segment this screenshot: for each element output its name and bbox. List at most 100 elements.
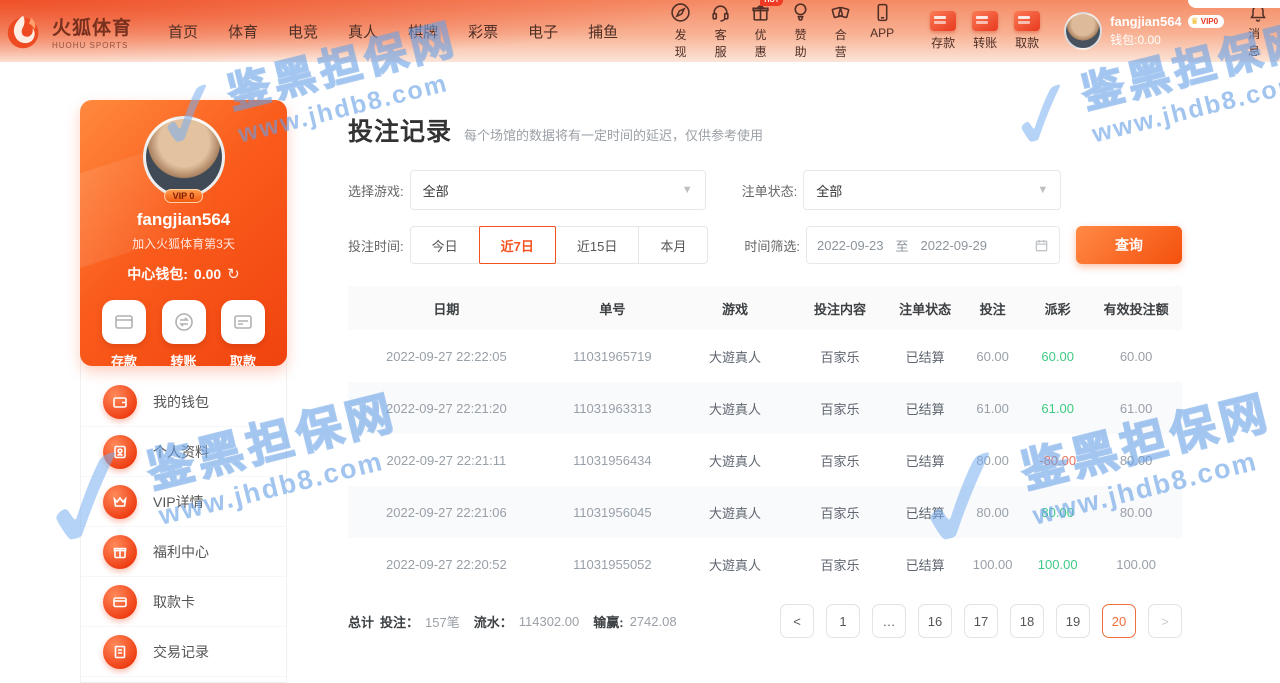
page-subtitle: 每个场馆的数据将有一定时间的延迟，仅供参考使用: [464, 125, 763, 144]
deposit-icon: [930, 11, 956, 31]
withdraw-button[interactable]: 取款: [221, 300, 265, 366]
service-link[interactable]: 客服: [710, 2, 731, 60]
sidebar-menu: 我的钱包 个人资料 VIP详情 福利中心 取款卡 交易记录: [81, 365, 286, 677]
page-button-1[interactable]: 1: [826, 604, 860, 638]
deposit-button[interactable]: 存款: [102, 300, 146, 366]
crown-icon: ♛: [1191, 16, 1199, 27]
gift-icon: [112, 544, 128, 560]
nav-fishing[interactable]: 捕鱼: [588, 21, 618, 42]
refresh-icon[interactable]: ↻: [227, 265, 240, 283]
tab-last-7-days[interactable]: 近7日: [479, 226, 556, 264]
user-account[interactable]: fangjian564 ♛VIP0 钱包:0.00: [1064, 12, 1224, 50]
wallet-card-icon: [113, 311, 135, 333]
transfer-button[interactable]: 转账: [162, 300, 206, 366]
brand-text: 火狐体育 HUOHU SPORTS: [52, 13, 132, 50]
deposit-shortcut[interactable]: 存款: [930, 11, 956, 51]
prev-page-button[interactable]: <: [780, 604, 814, 638]
partner-link[interactable]: 合营: [830, 2, 851, 60]
bet-time-label: 投注时间:: [348, 236, 404, 255]
service-label: 客服: [710, 26, 731, 60]
page-button-18[interactable]: 18: [1010, 604, 1044, 638]
page-ellipsis[interactable]: …: [872, 604, 906, 638]
withdraw-icon: [1014, 11, 1040, 31]
partner-label: 合营: [830, 26, 851, 60]
sidebar-item-my-wallet[interactable]: 我的钱包: [81, 377, 286, 427]
sponsor-link[interactable]: 赞助: [790, 2, 811, 60]
total-turnover: 114302.00: [519, 614, 580, 629]
member-username: fangjian564: [80, 210, 287, 230]
page-button-19[interactable]: 19: [1056, 604, 1090, 638]
nav-home[interactable]: 首页: [168, 21, 198, 42]
status-select-value: 全部: [816, 181, 842, 200]
tab-this-month[interactable]: 本月: [638, 226, 708, 264]
app-link[interactable]: APP: [870, 2, 894, 60]
messages-button[interactable]: 36 消息: [1248, 3, 1268, 59]
avatar: [1064, 12, 1102, 50]
nav-esports[interactable]: 电竞: [288, 21, 318, 42]
phone-icon: [872, 2, 893, 23]
game-select-value: 全部: [423, 181, 449, 200]
page-button-17[interactable]: 17: [964, 604, 998, 638]
member-join-text: 加入火狐体育第3天: [80, 235, 287, 252]
table-header-row: 日期 单号 游戏 投注内容 注单状态 投注 派彩 有效投注额: [348, 286, 1182, 330]
sponsor-label: 赞助: [790, 26, 811, 60]
member-vip-badge: VIP 0: [164, 189, 204, 203]
sidebar-item-profile[interactable]: 个人资料: [81, 427, 286, 477]
discover-link[interactable]: 发现: [670, 2, 691, 60]
sidebar-item-benefits[interactable]: 福利中心: [81, 527, 286, 577]
user-info: fangjian564 ♛VIP0 钱包:0.00: [1110, 14, 1224, 48]
sidebar-item-withdraw-card[interactable]: 取款卡: [81, 577, 286, 627]
header-order: 单号: [545, 286, 680, 330]
vip-badge: ♛VIP0: [1188, 15, 1224, 28]
nav-slots[interactable]: 电子: [528, 21, 558, 42]
page-button-20-active[interactable]: 20: [1102, 604, 1136, 638]
header-content: 投注内容: [790, 286, 890, 330]
chevron-down-icon: ▼: [1037, 184, 1048, 196]
main-content: 投注记录 每个场馆的数据将有一定时间的延迟，仅供参考使用 选择游戏: 全部 ▼ …: [348, 112, 1182, 638]
top-right-panel-edge: [1188, 0, 1280, 8]
sidebar-item-transactions[interactable]: 交易记录: [81, 627, 286, 677]
table-row: 2022-09-27 22:21:20 11031963313 大遊真人 百家乐…: [348, 382, 1182, 434]
username: fangjian564: [1110, 14, 1182, 29]
promo-label: 优惠: [750, 26, 771, 60]
withdraw-shortcut[interactable]: 取款: [1014, 11, 1040, 51]
transfer-icon: [972, 11, 998, 31]
filter-row-selects: 选择游戏: 全部 ▼ 注单状态: 全部 ▼: [348, 170, 1182, 210]
game-select[interactable]: 全部 ▼: [410, 170, 706, 210]
messages-label: 消息: [1248, 25, 1268, 59]
table-row: 2022-09-27 22:22:05 11031965719 大遊真人 百家乐…: [348, 330, 1182, 382]
transfer-shortcut[interactable]: 转账: [972, 11, 998, 51]
center-wallet-value: 0.00: [194, 266, 221, 282]
quick-links: 发现 客服 HOT 优惠 赞助 合营 APP: [670, 2, 894, 60]
member-card: VIP 0 fangjian564 加入火狐体育第3天 中心钱包: 0.00 ↻…: [80, 100, 287, 366]
filter-row-time: 投注时间: 今日 近7日 近15日 本月 时间筛选: 2022-09-23 至 …: [348, 226, 1182, 264]
date-filter-label: 时间筛选:: [744, 236, 800, 255]
header-bet: 投注: [960, 286, 1025, 330]
page-button-16[interactable]: 16: [918, 604, 952, 638]
promo-link[interactable]: HOT 优惠: [750, 2, 771, 60]
game-filter-label: 选择游戏:: [348, 181, 404, 200]
wallet-icon: [112, 394, 128, 410]
nav-lottery[interactable]: 彩票: [468, 21, 498, 42]
query-button[interactable]: 查询: [1076, 226, 1182, 264]
header-date: 日期: [348, 286, 545, 330]
next-page-button[interactable]: >: [1148, 604, 1182, 638]
wallet-balance: 钱包:0.00: [1110, 31, 1224, 48]
tab-today[interactable]: 今日: [410, 226, 480, 264]
center-wallet: 中心钱包: 0.00 ↻: [80, 264, 287, 284]
nav-sports[interactable]: 体育: [228, 21, 258, 42]
bet-records-table: 日期 单号 游戏 投注内容 注单状态 投注 派彩 有效投注额 2022-09-2…: [348, 286, 1182, 590]
discover-label: 发现: [670, 26, 691, 60]
status-select[interactable]: 全部 ▼: [803, 170, 1061, 210]
tab-last-15-days[interactable]: 近15日: [555, 226, 639, 264]
header-status: 注单状态: [890, 286, 960, 330]
table-row: 2022-09-27 22:21:06 11031956045 大遊真人 百家乐…: [348, 486, 1182, 538]
brand-logo[interactable]: 火狐体育 HUOHU SPORTS: [0, 8, 156, 54]
header-payout: 派彩: [1025, 286, 1090, 330]
balloon-icon: [790, 2, 811, 23]
page-title: 投注记录: [348, 112, 452, 148]
sidebar-item-vip-details[interactable]: VIP详情: [81, 477, 286, 527]
date-range-picker[interactable]: 2022-09-23 至 2022-09-29: [806, 226, 1060, 264]
nav-chess[interactable]: 棋牌: [408, 21, 438, 42]
nav-live[interactable]: 真人: [348, 21, 378, 42]
